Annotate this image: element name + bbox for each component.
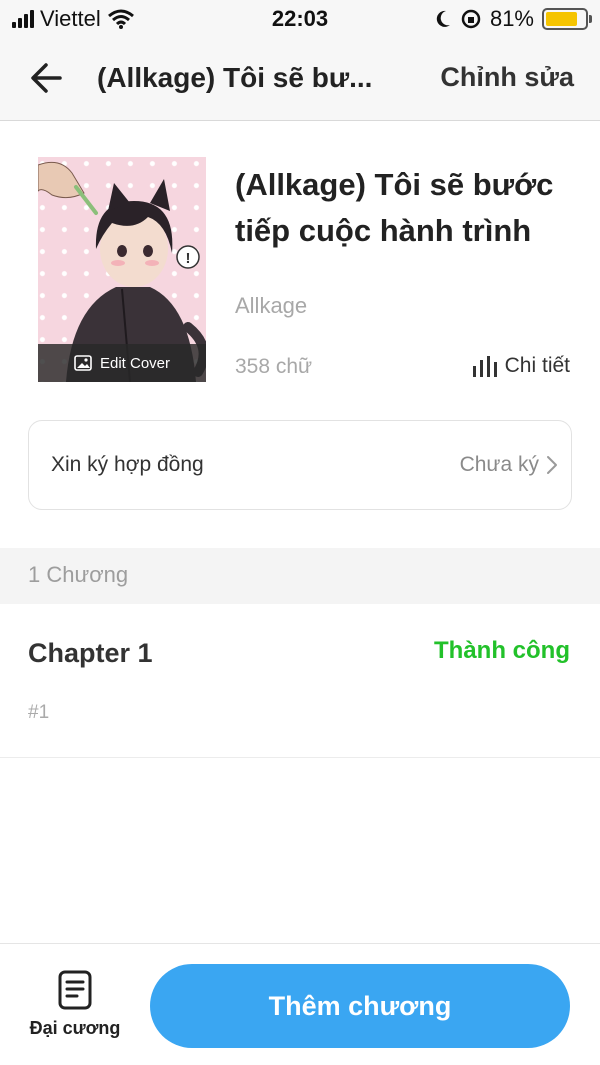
chapter-status: Thành công	[434, 637, 570, 664]
chapter-count-band: 1 Chương	[0, 548, 600, 604]
chapter-count: 1 Chương	[28, 562, 129, 587]
add-chapter-button[interactable]: Thêm chương	[150, 964, 570, 1048]
contract-card[interactable]: Xin ký hợp đồng Chưa ký	[28, 420, 572, 510]
outline-label: Đại cương	[29, 1018, 121, 1038]
document-icon	[58, 970, 92, 1010]
detail-button[interactable]: Chi tiết	[471, 354, 570, 378]
book-cover[interactable]: ! Edit Cover	[38, 157, 206, 382]
svg-text:!: !	[186, 250, 191, 267]
chevron-right-icon	[547, 456, 557, 474]
edit-button[interactable]: Chỉnh sửa	[440, 62, 574, 93]
edit-cover-label: Edit Cover	[99, 354, 171, 372]
edit-cover-button[interactable]: Edit Cover	[38, 344, 206, 382]
contract-status: Chưa ký	[459, 453, 539, 476]
bottom-bar: Đại cương Thêm chương	[0, 943, 600, 1065]
chapter-number: #1	[28, 702, 50, 723]
status-right: 81%	[434, 6, 592, 32]
chapter-row[interactable]: Chapter 1 Thành công #1	[0, 604, 600, 758]
nav-bar: (Allkage) Tôi sẽ bư... Chỉnh sửa	[0, 40, 600, 121]
page-title: (Allkage) Tôi sẽ bư...	[97, 62, 373, 93]
battery-percent: 81%	[489, 6, 534, 31]
moon-icon	[436, 10, 450, 27]
battery-icon	[542, 8, 592, 30]
image-icon	[74, 355, 92, 371]
contract-label: Xin ký hợp đồng	[51, 453, 204, 476]
orientation-lock-icon	[461, 9, 481, 29]
book-title: (Allkage) Tôi sẽ bước tiếp cuộc hành trì…	[235, 167, 554, 248]
outline-button[interactable]: Đại cương	[22, 970, 128, 1046]
stats-icon	[472, 356, 497, 377]
arrow-left-icon[interactable]	[26, 58, 66, 98]
chapter-title: Chapter 1	[28, 638, 153, 668]
word-count: 358 chữ	[235, 355, 313, 378]
status-bar: Viettel 22:03 81%	[0, 0, 600, 40]
book-author: Allkage	[235, 293, 308, 318]
detail-label: Chi tiết	[504, 354, 570, 377]
